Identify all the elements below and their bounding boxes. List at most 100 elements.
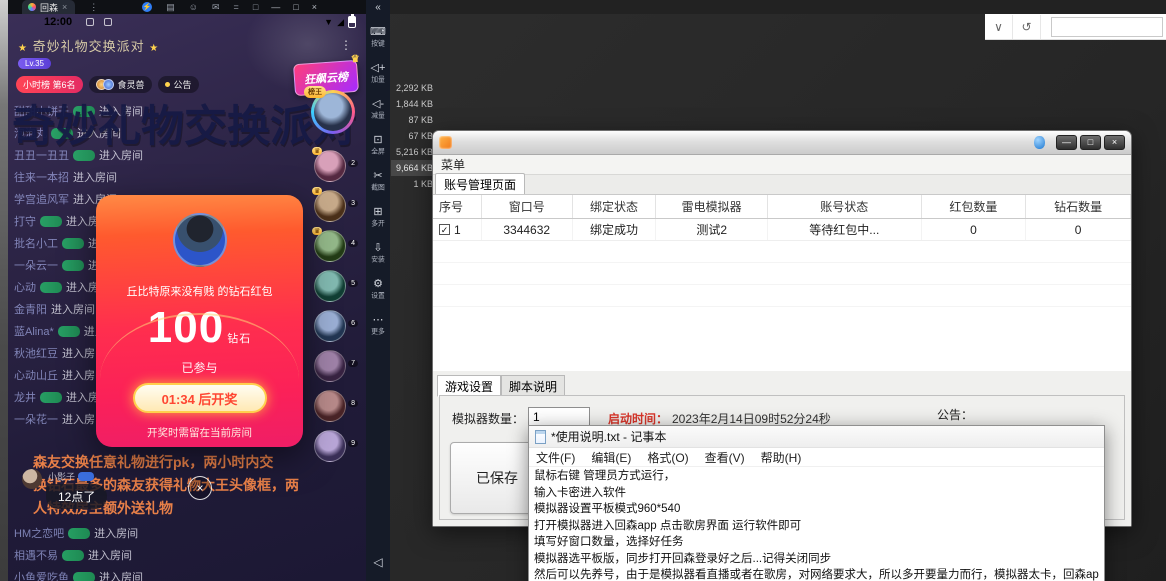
boost-icon[interactable]: ⚡	[142, 2, 152, 12]
rail-user[interactable]: 3 ♛	[314, 190, 358, 230]
left-window-edge	[0, 0, 8, 581]
sidebar-tool-button[interactable]: ⋯ 更多	[366, 314, 390, 337]
sidebar-tool-button[interactable]: ⊡ 全屏	[366, 134, 390, 157]
redpacket-status: 已参与	[96, 359, 303, 376]
rail-user[interactable]: 6	[314, 310, 358, 350]
avatar-frame: 榜王	[311, 90, 355, 134]
collapse-sidebar-icon[interactable]: «	[366, 0, 390, 13]
tool-icon: ⇩	[366, 242, 390, 254]
room-more-icon[interactable]: ⋮	[340, 38, 352, 52]
emulator-tab[interactable]: 回森 ×	[22, 0, 75, 14]
rail-user[interactable]: 9	[314, 430, 358, 470]
emulator-count-label: 模拟器数量：	[452, 410, 524, 427]
file-size-value: 5,216 KB	[391, 144, 437, 160]
notepad-titlebar[interactable]: *使用说明.txt - 记事本	[529, 426, 1104, 448]
help-icon[interactable]	[1034, 136, 1045, 149]
sidebar-tool-button[interactable]: ⌨ 按键	[366, 26, 390, 49]
text-line: 鼠标右键 管理员方式运行，	[534, 468, 1099, 485]
redpacket-footer: 开奖时需留在当前房间	[96, 425, 303, 440]
message-icon[interactable]: ✉	[212, 2, 220, 13]
text-line: 然后可以先养号，由于是模拟器看直播或者在歌房，对网络要求大，所以多开要量力而行，…	[534, 567, 1099, 581]
close-button[interactable]: ×	[312, 2, 317, 12]
room-title-text: 奇妙礼物交换派对	[33, 39, 145, 54]
desktop: ∨ ↺ 2,292 KB1,844 KB87 KB67 KB5,216 KB9,…	[0, 0, 1166, 581]
menu-item[interactable]: 查看(V)	[705, 449, 745, 466]
tool-icon: ⊞	[366, 206, 390, 218]
app-icon	[439, 136, 452, 149]
tool-label: 减量	[368, 111, 388, 120]
back-icon[interactable]: ◁	[366, 555, 390, 569]
sidebar-tool-button[interactable]: ◁+ 加量	[366, 62, 390, 85]
rail-user[interactable]: 2 ♛	[314, 150, 358, 190]
notepad-content[interactable]: 鼠标右键 管理员方式运行，输入卡密进入软件模拟器设置平板模式960*540打开模…	[529, 467, 1104, 581]
sidebar-tool-button[interactable]: ⚙ 设置	[366, 278, 390, 301]
close-popup-icon[interactable]: ×	[188, 476, 212, 500]
status-time: 12:00	[44, 16, 72, 28]
row-checkbox[interactable]: ✓	[439, 224, 450, 235]
tool-icon: ⊡	[366, 134, 390, 146]
text-line: 打开模拟器进入回森app 点击歌房界面 运行软件即可	[534, 518, 1099, 535]
tab-account-management[interactable]: 账号管理页面	[435, 173, 525, 194]
tool-icon: ⌨	[366, 26, 390, 38]
tab-game-settings[interactable]: 游戏设置	[437, 375, 501, 397]
countdown-button[interactable]: 01:34 后开奖	[133, 383, 267, 413]
chat-username: 相遇不易	[14, 547, 58, 563]
menu-icon[interactable]: =	[234, 2, 239, 12]
close-button[interactable]: ×	[1104, 135, 1125, 150]
menu-item[interactable]: 格式(O)	[647, 449, 688, 466]
hour-rank-pill[interactable]: 小时榜 第6名	[16, 76, 83, 93]
tab-script-help[interactable]: 脚本说明	[501, 375, 565, 397]
rail-top-user[interactable]: 榜王	[308, 90, 358, 134]
col-header: 绑定状态	[573, 195, 657, 218]
chat-list-bottom: HM之恋吧 进入房间 相遇不易 进入房间 小鱼爱吃鱼 进入房间	[14, 522, 143, 581]
rail-user[interactable]: 8	[314, 390, 358, 430]
emulator-count-input[interactable]	[528, 407, 590, 426]
crown-tag-icon: ♛	[312, 227, 322, 235]
table-row[interactable]: ✓ 1 3344632 绑定成功 测试2 等待红包中... 0 0	[433, 219, 1131, 241]
chat-line: 往来一本招 进入房间	[14, 166, 143, 188]
menu-item[interactable]: 帮助(H)	[761, 449, 802, 466]
col-header: 雷电模拟器	[656, 195, 768, 218]
col-header: 钻石数量	[1026, 195, 1131, 218]
manager-titlebar: — □ ×	[433, 131, 1131, 155]
chat-username: 学宫追风军	[14, 191, 69, 207]
vip-badge-icon	[68, 528, 90, 539]
cp-pill-label: 食灵兽	[118, 78, 145, 91]
rail-user[interactable]: 7	[314, 350, 358, 390]
explorer-toolbar: ∨ ↺	[985, 14, 1166, 40]
cp-pill[interactable]: 食灵兽	[89, 76, 152, 93]
menu-item[interactable]: 菜单	[441, 156, 465, 173]
bubble-username-text: 小影子	[48, 470, 75, 483]
avatar	[314, 270, 346, 302]
gamepad-icon[interactable]: ▤	[166, 2, 175, 13]
chat-username: HM之恋吧	[14, 525, 64, 541]
notice-pill[interactable]: 公告	[158, 76, 199, 93]
sidebar-tool-button[interactable]: ⇩ 安装	[366, 242, 390, 265]
rail-user[interactable]: 5	[314, 270, 358, 310]
vip-badge-icon	[62, 238, 84, 249]
file-size-value: 2,292 KB	[391, 80, 437, 96]
rail-user[interactable]: 4 ♛	[314, 230, 358, 270]
sidebar-tool-button[interactable]: ⊞ 多开	[366, 206, 390, 229]
minimize-button[interactable]: —	[271, 2, 280, 12]
chat-username: 一朵云一	[14, 257, 58, 273]
refresh-icon[interactable]: ↺	[1013, 15, 1041, 39]
vip-badge-icon	[62, 550, 84, 561]
tab-menu-icon[interactable]: ⋮	[89, 2, 98, 13]
minimize-button[interactable]: —	[1056, 135, 1077, 150]
close-tab-icon[interactable]: ×	[62, 2, 67, 12]
emulator-window: 回森 × ⋮ ⚡ ▤ ☺ ✉ = □ — □ × 12:00 ▼ ◢	[8, 0, 390, 581]
status-app-icon	[104, 18, 112, 26]
search-input[interactable]	[1051, 17, 1163, 37]
avatar	[103, 79, 114, 90]
sender-avatar	[173, 213, 227, 267]
maximize-button[interactable]: □	[293, 2, 298, 12]
resize-icon[interactable]: □	[253, 2, 258, 12]
menu-item[interactable]: 文件(F)	[536, 449, 575, 466]
sidebar-tool-button[interactable]: ◁- 减量	[366, 98, 390, 121]
maximize-button[interactable]: □	[1080, 135, 1101, 150]
account-icon[interactable]: ☺	[189, 2, 198, 12]
menu-item[interactable]: 编辑(E)	[591, 449, 631, 466]
chevron-down-icon[interactable]: ∨	[985, 15, 1013, 39]
sidebar-tool-button[interactable]: ✂ 截图	[366, 170, 390, 193]
